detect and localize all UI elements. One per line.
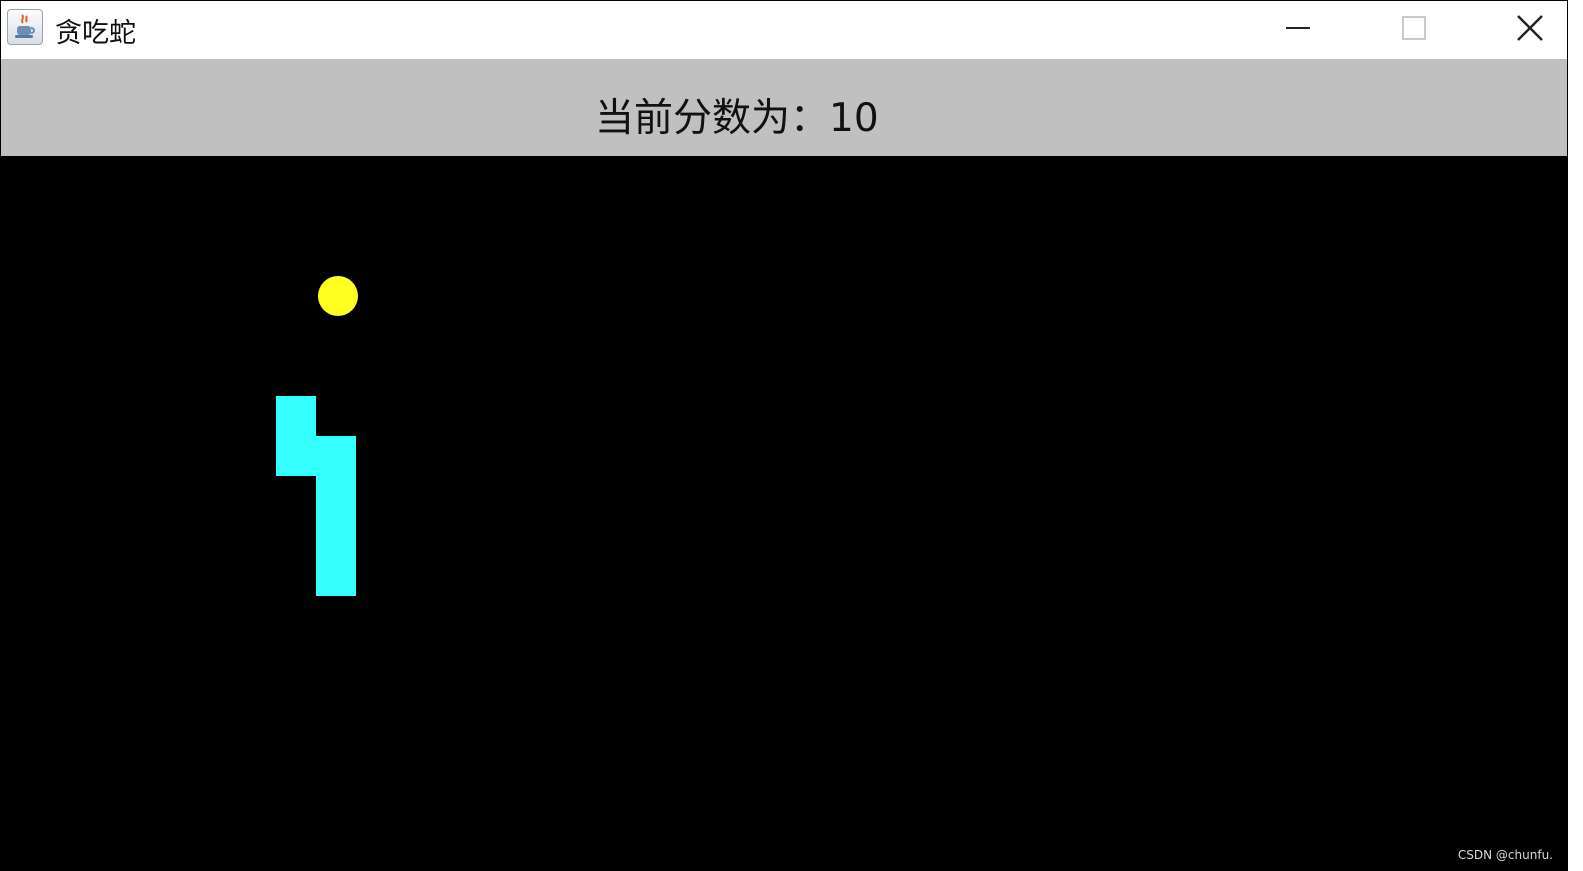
title-bar[interactable]: 贪吃蛇	[1, 1, 1567, 59]
snake-segment	[316, 476, 356, 516]
minimize-button[interactable]	[1240, 1, 1356, 59]
snake-segment	[316, 516, 356, 556]
java-app-icon	[7, 9, 43, 45]
snake-segment	[276, 436, 316, 476]
score-panel: 当前分数为：10	[1, 59, 1567, 156]
close-icon	[1517, 15, 1543, 41]
maximize-icon	[1402, 16, 1426, 40]
snake-segment	[316, 436, 356, 476]
watermark: CSDN @chunfu.	[1457, 848, 1553, 862]
minimize-icon	[1286, 27, 1310, 29]
close-button[interactable]	[1472, 1, 1567, 59]
score-display: 当前分数为：10	[595, 87, 879, 143]
window-title: 贪吃蛇	[55, 18, 136, 49]
game-window: 贪吃蛇 当前分数为：10 CSDN @chunfu.	[0, 0, 1568, 871]
score-label: 当前分数为：	[595, 96, 830, 141]
food-pellet	[318, 276, 358, 316]
snake-segment	[276, 396, 316, 436]
maximize-button[interactable]	[1356, 1, 1472, 59]
game-board[interactable]	[1, 156, 1567, 870]
score-value: 10	[829, 96, 879, 141]
snake-segment	[316, 556, 356, 596]
